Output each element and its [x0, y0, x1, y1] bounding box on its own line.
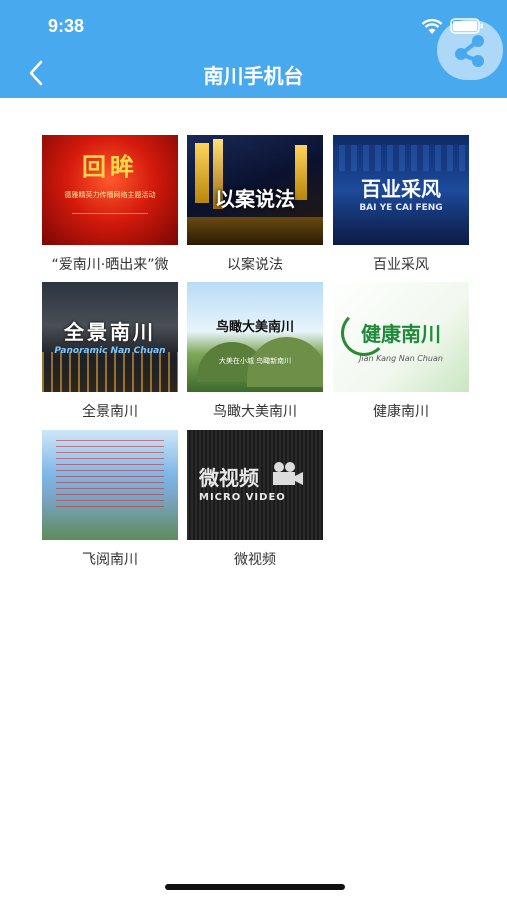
- thumb-title: 回眸: [82, 153, 138, 181]
- thumb-subtitle: 德雅精英力传播网络主题活动: [64, 191, 156, 199]
- thumb-subtitle: 大美在小城 鸟瞰新南川: [218, 357, 292, 365]
- program-caption: 鸟瞰大美南川: [213, 404, 297, 420]
- thumb-title: 全景南川: [64, 320, 156, 344]
- program-tile[interactable]: 回眸 德雅精英力传播网络主题活动 “爱南川·晒出来”微: [42, 135, 178, 275]
- program-thumbnail: 鸟瞰大美南川 大美在小城 鸟瞰新南川: [187, 282, 323, 392]
- thumb-title: 微视频: [199, 466, 259, 490]
- program-grid: 回眸 德雅精英力传播网络主题活动 “爱南川·晒出来”微 以案说法 以案说法 百业…: [0, 0, 507, 900]
- program-caption: 微视频: [234, 552, 276, 568]
- program-tile[interactable]: 百业采风 BAI YE CAI FENG 百业采风: [333, 135, 469, 275]
- thumb-subtitle: MICRO VIDEO: [199, 492, 286, 503]
- video-camera-icon: [273, 462, 303, 485]
- program-caption: 全景南川: [82, 404, 138, 420]
- program-thumbnail: 回眸 德雅精英力传播网络主题活动: [42, 135, 178, 245]
- program-tile[interactable]: 飞阅南川: [42, 430, 178, 570]
- thumb-subtitle: Panoramic Nan Chuan: [54, 346, 166, 356]
- thumb-subtitle: Jian Kang Nan Chuan: [359, 354, 443, 363]
- program-thumbnail: 百业采风 BAI YE CAI FENG: [333, 135, 469, 245]
- program-caption: 飞阅南川: [82, 552, 138, 568]
- program-caption: 以案说法: [227, 257, 283, 273]
- thumb-subtitle: BAI YE CAI FENG: [359, 203, 443, 213]
- program-tile[interactable]: 健康南川 Jian Kang Nan Chuan 健康南川: [333, 282, 469, 422]
- program-tile[interactable]: 以案说法 以案说法: [187, 135, 323, 275]
- thumb-title: 健康南川: [361, 322, 441, 346]
- program-thumbnail: 全景南川 Panoramic Nan Chuan: [42, 282, 178, 392]
- thumb-title: 百业采风: [361, 177, 441, 201]
- thumb-title: 鸟瞰大美南川: [215, 320, 294, 335]
- program-thumbnail: 微视频 MICRO VIDEO: [187, 430, 323, 540]
- program-caption: 百业采风: [373, 257, 429, 273]
- program-thumbnail: 以案说法: [187, 135, 323, 245]
- program-caption: “爱南川·晒出来”微: [51, 257, 169, 273]
- program-thumbnail: [42, 430, 178, 540]
- thumb-title: 以案说法: [215, 187, 295, 211]
- program-tile[interactable]: 全景南川 Panoramic Nan Chuan 全景南川: [42, 282, 178, 422]
- program-thumbnail: 健康南川 Jian Kang Nan Chuan: [333, 282, 469, 392]
- program-tile[interactable]: 微视频 MICRO VIDEO 微视频: [187, 430, 323, 570]
- home-indicator: [165, 884, 345, 890]
- program-caption: 健康南川: [373, 404, 429, 420]
- program-tile[interactable]: 鸟瞰大美南川 大美在小城 鸟瞰新南川 鸟瞰大美南川: [187, 282, 323, 422]
